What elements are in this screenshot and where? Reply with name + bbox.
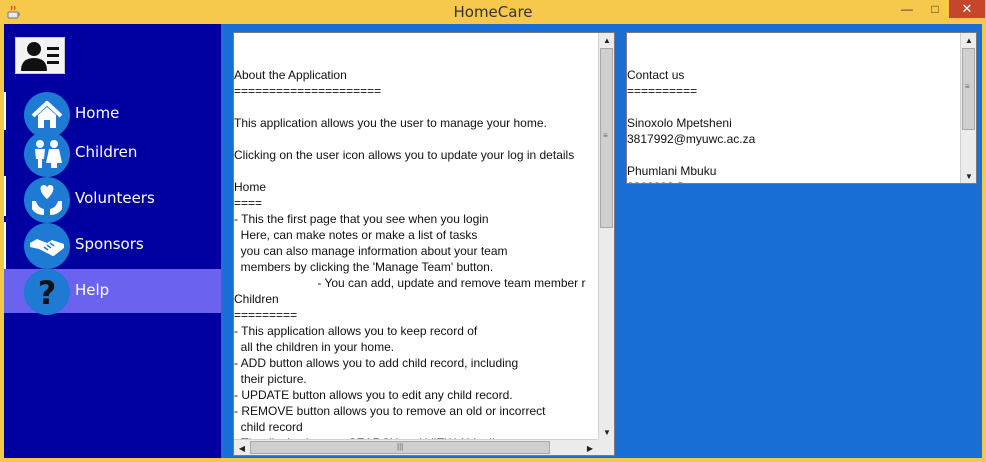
sidebar-item-label: Volunteers: [75, 189, 155, 207]
help-text-line: This application allows you the user to …: [234, 116, 547, 130]
contact-text-content[interactable]: Contact us ========== Sinoxolo Mpetsheni 38…: [627, 33, 960, 183]
help-text-lines: About the Application ===================…: [234, 67, 598, 439]
contact-vscroll-thumb[interactable]: ≡: [962, 48, 975, 130]
window-title: HomeCare: [453, 3, 533, 21]
sidebar-item-label: Help: [75, 281, 110, 299]
contact-text-line: Contact us: [627, 68, 685, 82]
contact-text-line: 3817992@myuwc.ac.za: [627, 132, 756, 146]
svg-text:?: ?: [38, 274, 57, 312]
help-text-line: [234, 163, 598, 179]
contact-text-lines: Contact us ========== Sinoxolo Mpetsheni 38…: [627, 67, 960, 183]
sidebar-item-volunteers[interactable]: Volunteers: [4, 177, 221, 223]
help-text-line: members by clicking the 'Manage Team' bu…: [234, 260, 494, 274]
help-vscroll-thumb[interactable]: ≡: [600, 48, 613, 228]
contact-text-line: 3802292@myuwc.ac.za: [627, 179, 960, 183]
help-text-line: Clicking on the user icon allows you to …: [234, 148, 575, 162]
scroll-corner: [598, 439, 614, 455]
help-text-line: - UPDATE button allows you to edit any c…: [234, 388, 513, 402]
user-profile-button[interactable]: [15, 37, 65, 74]
sidebar-item-sponsors[interactable]: Sponsors: [4, 223, 221, 269]
help-vertical-scrollbar[interactable]: ▲ ≡ ▼: [598, 33, 614, 439]
contact-text-line: Phumlani Mbuku: [627, 164, 717, 178]
grip-icon: |||: [397, 442, 404, 451]
help-text-area[interactable]: About the Application ===================…: [233, 32, 615, 456]
user-icon: [21, 42, 59, 71]
help-text-line: - ADD button allows you to add child rec…: [234, 356, 519, 370]
sidebar: Home Children Volunteers Sponsors ? Help: [4, 24, 221, 458]
sidebar-item-label: Home: [75, 104, 120, 122]
help-text-line: their picture.: [234, 372, 307, 386]
grip-icon: ≡: [603, 131, 608, 140]
help-text-line: - You can add, update and remove team me…: [234, 276, 586, 290]
close-button[interactable]: ✕: [949, 0, 985, 18]
contact-text-line: [627, 99, 960, 115]
title-bar: HomeCare — □ ✕: [0, 0, 986, 24]
sidebar-item-label: Sponsors: [75, 235, 144, 253]
help-hscroll-thumb[interactable]: |||: [250, 441, 550, 454]
scroll-left-arrow-icon[interactable]: ◀: [234, 441, 250, 455]
help-text-line: [234, 99, 598, 115]
sponsors-icon: [24, 223, 70, 269]
help-text-line: you can also manage information about yo…: [234, 244, 508, 258]
help-text-line: child record: [234, 420, 303, 434]
help-text-content[interactable]: About the Application ===================…: [234, 33, 598, 439]
scroll-down-arrow-icon[interactable]: ▼: [599, 425, 615, 439]
contact-text-area[interactable]: Contact us ========== Sinoxolo Mpetsheni 38…: [626, 32, 977, 184]
help-text-line: - This the first page that you see when …: [234, 212, 489, 226]
help-text-line: - REMOVE button allows you to remove an …: [234, 404, 546, 418]
help-text-line: Here, can make notes or make a list of t…: [234, 228, 478, 242]
grip-icon: ≡: [965, 82, 970, 91]
help-text-line: [234, 131, 598, 147]
scroll-down-arrow-icon[interactable]: ▼: [961, 169, 977, 183]
contact-text-line: [627, 147, 960, 163]
help-text-line: Children: [234, 292, 279, 306]
help-text-line: =====================: [234, 84, 382, 98]
help-text-line: About the Application: [234, 68, 347, 82]
volunteers-icon: [24, 177, 70, 223]
help-text-line: =========: [234, 308, 298, 322]
help-text-line: all the children in your home.: [234, 340, 395, 354]
maximize-button[interactable]: □: [922, 0, 948, 18]
scroll-up-arrow-icon[interactable]: ▲: [961, 33, 977, 47]
help-text-line: Home: [234, 180, 267, 194]
main-frame: Home Children Volunteers Sponsors ? Help…: [4, 24, 982, 458]
minimize-button[interactable]: —: [893, 0, 921, 18]
help-text-line: - This application allows you to keep re…: [234, 324, 478, 338]
contact-text-line: ==========: [627, 84, 698, 98]
sidebar-item-children[interactable]: Children: [4, 131, 221, 177]
contact-text-line: Sinoxolo Mpetsheni: [627, 116, 732, 130]
scroll-up-arrow-icon[interactable]: ▲: [599, 33, 615, 47]
help-text-line: ====: [234, 196, 263, 210]
sidebar-item-home[interactable]: Home: [4, 92, 221, 138]
sidebar-item-help[interactable]: ? Help: [4, 269, 221, 315]
children-icon: [24, 131, 70, 177]
sidebar-item-label: Children: [75, 143, 138, 161]
scroll-right-arrow-icon[interactable]: ▶: [582, 441, 598, 455]
contact-vertical-scrollbar[interactable]: ▲ ≡ ▼: [960, 33, 976, 183]
help-horizontal-scrollbar[interactable]: ◀ ||| ▶: [234, 439, 598, 455]
help-icon: ?: [24, 269, 70, 315]
